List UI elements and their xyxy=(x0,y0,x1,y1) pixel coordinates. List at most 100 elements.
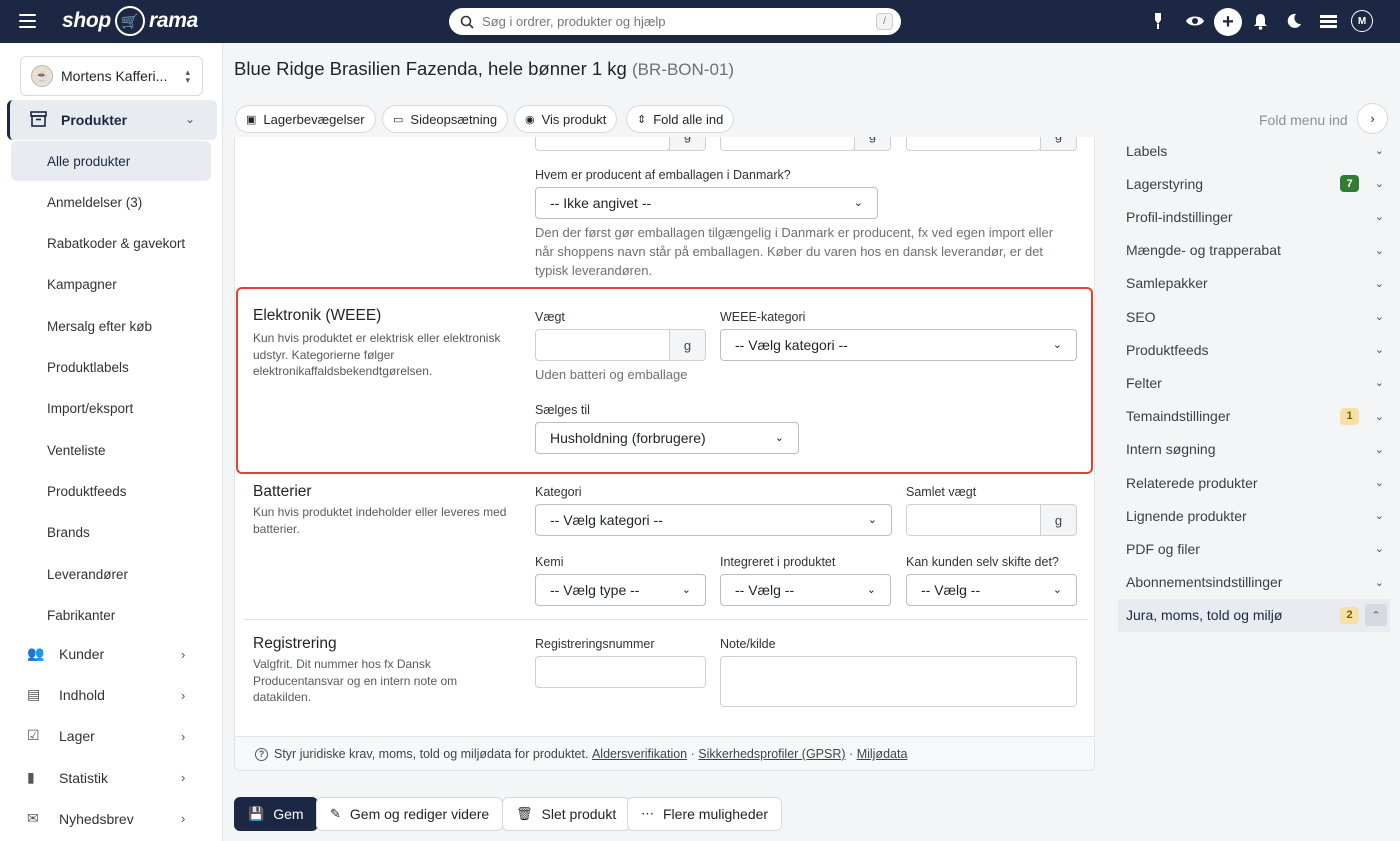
environment-data-link[interactable]: Miljødata xyxy=(857,747,908,761)
sidebar-subitem[interactable]: Anmeldelser (3) xyxy=(11,182,211,222)
button-label: Gem xyxy=(273,806,304,822)
save-and-continue-button[interactable]: ✎ Gem og rediger videre xyxy=(316,797,504,831)
section-menu-item[interactable]: PDF og filer ⌄ xyxy=(1118,532,1390,565)
section-menu-item[interactable]: Lagerstyring 7 ⌄ xyxy=(1118,167,1390,200)
section-menu-label: PDF og filer xyxy=(1126,540,1200,557)
section-menu-item[interactable]: Samlepakker ⌄ xyxy=(1118,267,1390,300)
sidebar-subitem[interactable]: Rabatkoder & gavekort xyxy=(11,224,211,264)
section-menu-item[interactable]: Produktfeeds ⌄ xyxy=(1118,333,1390,366)
packaging-weight-input-2[interactable] xyxy=(720,137,855,151)
add-new-button[interactable]: + xyxy=(1214,8,1242,36)
section-menu-label: Jura, moms, told og miljø xyxy=(1126,607,1283,624)
sidebar-item-statistik[interactable]: ▮ Statistik › xyxy=(0,758,223,798)
sidebar-item-kunder[interactable]: 👥 Kunder › xyxy=(0,634,223,674)
button-label: Lagerbevægelser xyxy=(263,111,365,127)
replaceable-select[interactable]: -- Vælg -- ⌄ xyxy=(906,574,1077,606)
sidebar-item-label: Nyhedsbrev xyxy=(59,810,134,827)
count-badge: 2 xyxy=(1340,606,1359,624)
search-bar[interactable]: / xyxy=(449,8,901,35)
logo-cart-icon: 🛒 xyxy=(114,6,145,36)
chevron-down-icon: ⌄ xyxy=(1374,576,1384,589)
section-menu-item[interactable]: Relaterede produkter ⌄ xyxy=(1118,466,1390,499)
sidebar-subitem[interactable]: Brands xyxy=(11,513,211,553)
gpsr-link[interactable]: Sikkerhedsprofiler (GPSR) xyxy=(698,747,845,761)
sidebar-subitem[interactable]: Produktlabels xyxy=(11,348,211,388)
sidebar-subitem[interactable]: Venteliste xyxy=(11,430,211,470)
sidebar-item-nyhedsbrev[interactable]: ✉ Nyhedsbrev › xyxy=(0,799,223,839)
section-menu-item[interactable]: Mængde- og trapperabat ⌄ xyxy=(1118,234,1390,267)
chevron-down-icon: ⌄ xyxy=(1374,244,1384,257)
sidebar-subitem[interactable]: Mersalg efter køb xyxy=(11,306,211,346)
section-menu-item[interactable]: SEO ⌄ xyxy=(1118,300,1390,333)
chemistry-select[interactable]: -- Vælg type -- ⌄ xyxy=(535,574,706,606)
section-menu-label: Mængde- og trapperabat xyxy=(1126,242,1281,259)
battery-category-select[interactable]: -- Vælg kategori -- ⌄ xyxy=(535,504,892,536)
chemistry-label: Kemi xyxy=(535,555,564,569)
user-avatar[interactable]: M xyxy=(1351,10,1373,32)
fold-menu-label[interactable]: Fold menu ind xyxy=(1259,112,1348,128)
logo[interactable]: shop 🛒 rama xyxy=(62,5,198,37)
card-icon[interactable] xyxy=(1318,11,1338,31)
chevron-down-icon: ⌄ xyxy=(853,197,863,209)
sidebar-subitem[interactable]: Produktfeeds xyxy=(11,471,211,511)
total-weight-input[interactable] xyxy=(906,504,1041,536)
packaging-producer-label: Hvem er producent af emballagen i Danmar… xyxy=(535,168,791,182)
registration-number-input[interactable] xyxy=(535,656,706,688)
sidebar-subitem[interactable]: Alle produkter xyxy=(11,141,211,181)
dark-mode-icon[interactable] xyxy=(1284,11,1304,31)
search-input[interactable] xyxy=(482,14,862,29)
weee-weight-input[interactable] xyxy=(535,329,670,361)
chevron-down-icon: ⌄ xyxy=(1374,145,1384,157)
page-setup-button[interactable]: ▭ Sideopsætning xyxy=(382,105,509,133)
registration-title: Registrering xyxy=(253,635,337,652)
chevron-right-icon[interactable]: › xyxy=(1357,103,1388,134)
weee-weight-label: Vægt xyxy=(535,310,565,324)
sidebar-item-lager[interactable]: ☑ Lager › xyxy=(0,716,223,756)
menu-icon[interactable] xyxy=(19,14,36,28)
packaging-weight-input-3[interactable] xyxy=(906,137,1041,151)
integrated-label: Integreret i produktet xyxy=(720,555,836,569)
age-verification-link[interactable]: Aldersverifikation xyxy=(592,747,687,761)
rocket-icon[interactable] xyxy=(1148,11,1168,31)
section-menu-item[interactable]: Temaindstillinger 1 ⌄ xyxy=(1118,400,1390,433)
collapse-all-button[interactable]: ⇕ Fold alle ind xyxy=(626,105,735,133)
sidebar-subitem[interactable]: Leverandører xyxy=(11,554,211,594)
sidebar-item-products[interactable]: Produkter ⌄ xyxy=(7,100,217,140)
weee-category-select[interactable]: -- Vælg kategori -- ⌄ xyxy=(720,329,1077,361)
sidebar-subitem[interactable]: Fabrikanter xyxy=(11,595,211,635)
replaceable-label: Kan kunden selv skifte det? xyxy=(906,555,1059,569)
save-button[interactable]: 💾 Gem xyxy=(234,797,318,831)
chevron-down-icon: ⌄ xyxy=(1052,584,1062,596)
packaging-producer-select[interactable]: -- Ikke angivet -- ⌄ xyxy=(535,187,878,219)
section-menu-label: Produktfeeds xyxy=(1126,341,1209,358)
more-options-button[interactable]: ⋯ Flere muligheder xyxy=(627,797,783,831)
ellipsis-icon: ⋯ xyxy=(641,806,654,821)
sidebar-subitem[interactable]: Import/eksport xyxy=(11,389,211,429)
shop-name: Mortens Kafferi... xyxy=(61,68,168,84)
section-menu-item[interactable]: Lignende produkter ⌄ xyxy=(1118,499,1390,532)
view-product-button[interactable]: ◉ Vis produkt xyxy=(514,105,618,133)
bell-icon[interactable] xyxy=(1250,11,1270,31)
section-menu-item[interactable]: Labels ⌄ xyxy=(1118,134,1390,167)
sidebar-subitem[interactable]: Kampagner xyxy=(11,265,211,305)
select-value: -- Ikke angivet -- xyxy=(550,195,652,211)
section-menu-item[interactable]: Profil-indstillinger ⌄ xyxy=(1118,200,1390,233)
section-menu-item[interactable]: Jura, moms, told og miljø 2 ⌃ xyxy=(1118,598,1390,632)
eye-icon[interactable] xyxy=(1185,11,1205,31)
integrated-select[interactable]: -- Vælg -- ⌄ xyxy=(720,574,891,606)
sidebar-item-indhold[interactable]: ▤ Indhold › xyxy=(0,675,223,715)
note-textarea[interactable] xyxy=(720,656,1077,707)
section-divider xyxy=(243,619,1088,620)
section-menu-item[interactable]: Felter ⌄ xyxy=(1118,366,1390,399)
button-label: Vis produkt xyxy=(541,111,607,127)
section-menu-item[interactable]: Intern søgning ⌄ xyxy=(1118,433,1390,466)
stock-movements-button[interactable]: ▣ Lagerbevægelser xyxy=(235,105,376,133)
section-menu-item[interactable]: Abonnementsindstillinger ⌄ xyxy=(1118,566,1390,599)
trash-icon: 🗑 xyxy=(516,806,533,821)
logo-text-right: rama xyxy=(148,9,198,32)
sold-to-select[interactable]: Husholdning (forbrugere) ⌄ xyxy=(535,422,799,454)
chevron-down-icon: ⌄ xyxy=(1374,377,1384,390)
delete-product-button[interactable]: 🗑 Slet produkt xyxy=(502,797,631,831)
packaging-weight-input-1[interactable] xyxy=(535,137,670,151)
shop-selector[interactable]: ☕ Mortens Kafferi... ▴ ▾ xyxy=(20,56,203,96)
